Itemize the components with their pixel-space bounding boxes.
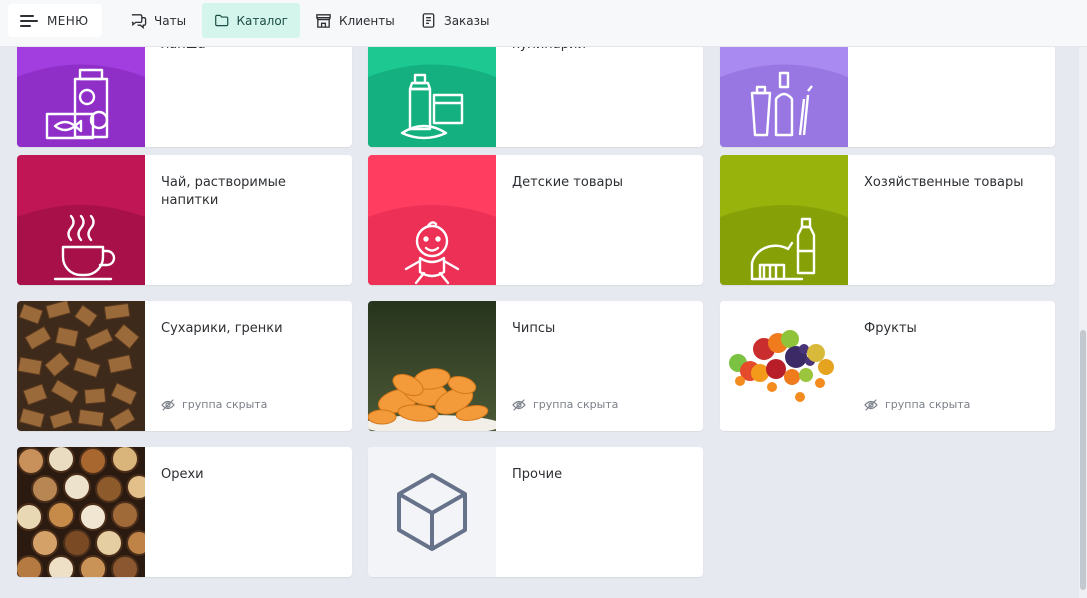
- category-title: Орехи: [161, 467, 204, 482]
- menu-label: МЕНЮ: [47, 13, 89, 28]
- hidden-status: группа скрыта: [512, 398, 618, 411]
- hidden-status: группа скрыта: [864, 398, 970, 411]
- hidden-status-label: группа скрыта: [533, 398, 619, 411]
- cube-icon: [368, 447, 496, 577]
- nuts-photo: [17, 447, 145, 577]
- category-thumbnail: [17, 447, 145, 577]
- category-card[interactable]: Фрукты группа скрыта: [720, 301, 1055, 431]
- cleaning-supplies-icon: [720, 155, 848, 285]
- category-card[interactable]: Сухарики, гренки группа скрыта: [17, 301, 352, 431]
- category-title: Чай, растворимые напитки: [161, 175, 286, 208]
- category-thumbnail: [17, 301, 145, 431]
- category-title: Сухарики, гренки: [161, 321, 283, 336]
- category-card[interactable]: Хозяйственные товары: [720, 155, 1055, 285]
- category-thumbnail: [368, 301, 496, 431]
- tab-clients-label: Клиенты: [339, 13, 395, 28]
- category-card[interactable]: Прочие: [368, 447, 703, 577]
- folder-icon: [215, 14, 229, 27]
- hidden-status-label: группа скрыта: [885, 398, 971, 411]
- hidden-status-label: группа скрыта: [182, 398, 268, 411]
- category-title: Фрукты: [864, 321, 917, 336]
- tab-clients[interactable]: Клиенты: [303, 3, 407, 38]
- tab-catalog-label: Каталог: [236, 13, 288, 28]
- scrollbar-thumb[interactable]: [1080, 330, 1086, 590]
- category-title: Чипсы: [512, 321, 556, 336]
- eye-off-icon: [161, 398, 175, 411]
- category-thumbnail: [368, 447, 496, 577]
- category-card[interactable]: Орехи: [17, 447, 352, 577]
- fruits-photo: [720, 301, 848, 431]
- category-thumbnail: [720, 155, 848, 285]
- category-title: Хозяйственные товары: [864, 175, 1024, 190]
- tab-catalog[interactable]: Каталог: [202, 3, 300, 38]
- baby-icon: [368, 155, 496, 285]
- croutons-photo: [17, 301, 145, 431]
- hamburger-icon: [20, 14, 38, 27]
- category-title: Детские товары: [512, 175, 623, 190]
- document-icon: [422, 13, 435, 28]
- category-card[interactable]: Детские товары: [368, 155, 703, 285]
- chat-bubbles-icon: [131, 14, 147, 29]
- eye-off-icon: [512, 398, 526, 411]
- category-thumbnail: [368, 155, 496, 285]
- tab-orders-label: Заказы: [444, 13, 490, 28]
- eye-off-icon: [864, 398, 878, 411]
- category-thumbnail: [17, 155, 145, 285]
- chips-photo: [368, 301, 496, 431]
- category-card[interactable]: Чипсы группа скрыта: [368, 301, 703, 431]
- store-icon: [316, 14, 331, 28]
- tab-orders[interactable]: Заказы: [408, 3, 502, 38]
- category-title: Прочие: [512, 467, 563, 482]
- top-bar: МЕНЮ Чаты Каталог Клиенты Заказы: [0, 0, 1087, 47]
- category-thumbnail: [720, 301, 848, 431]
- category-card[interactable]: Чай, растворимые напитки: [17, 155, 352, 285]
- tab-chats-label: Чаты: [154, 13, 187, 28]
- tab-chats[interactable]: Чаты: [118, 3, 198, 38]
- hidden-status: группа скрыта: [161, 398, 267, 411]
- tea-cup-icon: [17, 155, 145, 285]
- menu-button[interactable]: МЕНЮ: [8, 4, 102, 37]
